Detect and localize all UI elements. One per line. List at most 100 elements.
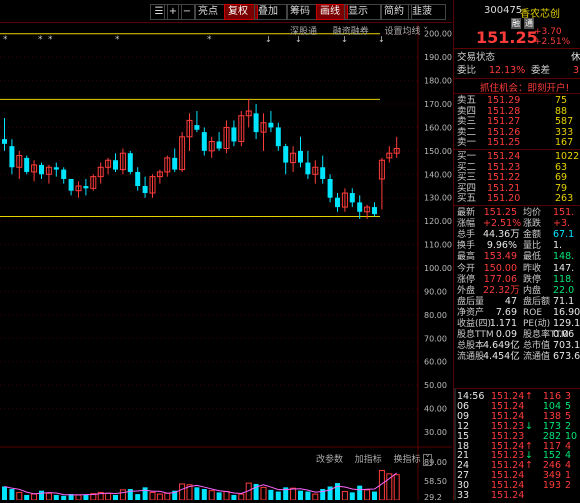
candlestick-svg: * * * * * ↓ ↓ ↓ ↓200.00190.00180.00170.00160.001… xyxy=(0,22,452,502)
candle-body xyxy=(201,132,207,151)
separator xyxy=(454,78,580,79)
volume-bar xyxy=(268,489,274,500)
volume-bar xyxy=(341,491,348,501)
volume-bar xyxy=(75,494,82,501)
volume-axis-label: 29.2 xyxy=(424,493,442,500)
status-row: 交易状态 休 xyxy=(457,52,580,64)
volume-bar xyxy=(2,486,7,500)
tick-row: 33 151.24 xyxy=(457,490,580,502)
volume-bar xyxy=(194,487,200,500)
candle-body xyxy=(298,150,303,163)
stat-label: 流通股 xyxy=(457,352,485,363)
star-marker: * xyxy=(115,35,120,45)
candle-body xyxy=(83,186,89,189)
stat-label: 流通值 xyxy=(523,352,551,363)
candle-body xyxy=(372,207,377,215)
volume-bar xyxy=(305,491,311,500)
price-axis-label: 90.00 xyxy=(424,287,447,296)
switch-indicator-link[interactable]: 换指标 xyxy=(394,455,421,465)
volume-bar xyxy=(231,494,237,500)
candle-body xyxy=(24,157,30,172)
candle-body xyxy=(320,167,326,179)
separator xyxy=(454,205,580,206)
candle-body xyxy=(53,167,59,170)
toolbar-button-7[interactable]: 韭菠 xyxy=(408,4,446,20)
separator xyxy=(454,93,580,94)
candle-body xyxy=(135,171,141,186)
star-marker: * xyxy=(48,35,53,45)
bid-price: 151.20 xyxy=(487,193,521,205)
toolbar-button-2[interactable]: 叠加 xyxy=(254,4,288,20)
price-axis-label: 110.00 xyxy=(424,241,452,250)
tick-price: 151.24 xyxy=(491,490,525,501)
price-axis-label: 40.00 xyxy=(424,405,447,414)
price-axis-label: 50.00 xyxy=(424,381,447,390)
price-axis-label: 190.00 xyxy=(424,53,452,62)
price-change-pct: +2.51% xyxy=(534,37,571,47)
volume-bar xyxy=(127,489,133,500)
volume-bar xyxy=(119,489,126,501)
stat-row: 流通股 4.454亿 流通值 673.6 xyxy=(457,351,580,363)
quote-panel: 300475 香农芯创融通 151.25 +3.70 +2.51% 交易状态休委比 12.1… xyxy=(453,0,580,502)
candle-body xyxy=(61,169,67,179)
toolbar-button-5[interactable]: 显示 xyxy=(344,4,382,20)
price-axis-label: 60.00 xyxy=(424,358,447,367)
arrow-marker: ↓ xyxy=(265,35,272,44)
volume-bar xyxy=(335,483,340,500)
volume-bar xyxy=(83,494,89,500)
toolbar-button-0[interactable]: 亮点 xyxy=(194,4,228,20)
price-axis-label: 80.00 xyxy=(424,311,447,320)
promo-link[interactable]: 抓住机会：即刻开户! xyxy=(480,80,569,94)
candle-body xyxy=(142,186,148,194)
volume-bar xyxy=(9,489,15,500)
link-set-ma[interactable]: 设置均线 xyxy=(385,27,421,37)
star-marker: * xyxy=(3,35,8,45)
ask-row: 卖一 151.25 167 xyxy=(457,137,580,149)
candle-body xyxy=(305,162,311,175)
bid-row: 买五 151.20 263 xyxy=(457,193,580,205)
price-axis-label: 30.00 xyxy=(424,428,447,437)
price-axis-label: 140.00 xyxy=(424,170,452,179)
candle-body xyxy=(231,127,237,142)
volume-bar xyxy=(201,489,207,500)
volume-bar xyxy=(53,494,59,500)
separator xyxy=(454,388,580,389)
candle-body xyxy=(216,141,222,149)
volume-bar xyxy=(393,474,400,501)
chevron-down-icon[interactable]: ˅ xyxy=(423,27,428,37)
volume-bar xyxy=(149,491,156,501)
price-axis-label: 120.00 xyxy=(424,217,452,226)
volume-bar xyxy=(24,494,30,500)
ask-label: 卖一 xyxy=(457,137,477,149)
price-axis-label: 160.00 xyxy=(424,123,452,132)
expand-icon[interactable]: ˅ xyxy=(423,454,432,466)
tick-scrollbar[interactable] xyxy=(454,388,456,500)
toolbar-button-1[interactable]: 复权 xyxy=(224,4,258,20)
volume-bar xyxy=(298,490,303,500)
ask-price: 151.25 xyxy=(487,137,521,149)
weicha-value: 3 xyxy=(573,65,580,76)
volume-bar xyxy=(238,493,245,501)
price-axis-label: 180.00 xyxy=(424,77,452,86)
volume-bar xyxy=(349,492,355,500)
link-shenguotong[interactable]: 深股通 xyxy=(290,27,317,37)
add-indicator-link[interactable]: 加指标 xyxy=(355,455,382,465)
candle-body xyxy=(253,113,259,133)
volume-bar xyxy=(105,492,112,501)
kline-chart[interactable]: 深股通 融资融券 设置均线 ˅ * * * * * ↓ ↓ ↓ ↓ 200.00 190.00 180… xyxy=(0,22,452,502)
weibi-row: 委比 12.13% 委差 3 xyxy=(457,65,580,77)
star-marker: * xyxy=(207,35,212,45)
volume-bar xyxy=(208,490,215,501)
edit-params-link[interactable]: 改参数 xyxy=(316,455,343,465)
candle-body xyxy=(357,202,363,212)
volume-bar xyxy=(135,494,141,500)
toolbar-button-3[interactable]: 筹码 xyxy=(286,4,320,20)
volume-bar xyxy=(260,486,267,501)
candle-body xyxy=(68,178,74,191)
link-margin-trading[interactable]: 融资融券 xyxy=(333,27,369,37)
price-axis-label: 100.00 xyxy=(424,264,452,273)
bid-volume: 263 xyxy=(555,193,574,205)
volume-bar xyxy=(357,485,363,500)
candle-body xyxy=(194,125,200,130)
candle-body xyxy=(349,193,355,203)
